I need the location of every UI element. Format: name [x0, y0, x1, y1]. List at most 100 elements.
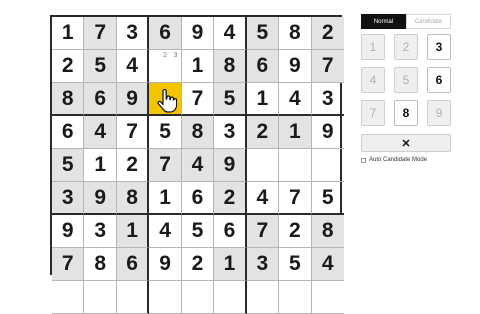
sudoku-cell[interactable]	[149, 83, 182, 116]
sudoku-cell[interactable]: 3	[84, 215, 117, 248]
sudoku-cell[interactable]: 3	[246, 248, 280, 281]
sudoku-cell[interactable]: 6	[149, 17, 182, 50]
sudoku-cell[interactable]: 6	[52, 116, 85, 149]
sudoku-cell[interactable]: 5	[311, 182, 344, 215]
sudoku-cell[interactable]	[84, 281, 117, 314]
sudoku-cell[interactable]: 2	[246, 116, 280, 149]
sudoku-cell[interactable]: 2	[116, 149, 150, 182]
sudoku-cell[interactable]: 9	[181, 17, 215, 50]
sudoku-cell[interactable]: 2	[181, 248, 215, 281]
sudoku-cell[interactable]: 4	[116, 50, 150, 83]
sudoku-cell[interactable]: 7	[279, 182, 312, 215]
sudoku-cell[interactable]: 1	[149, 182, 182, 215]
number-key-4[interactable]: 4	[361, 67, 385, 93]
sudoku-cell[interactable]: 7	[246, 215, 280, 248]
sudoku-cell[interactable]: 2	[52, 50, 85, 83]
sudoku-cell[interactable]: 5	[84, 50, 117, 83]
sudoku-cell[interactable]: 4	[181, 149, 215, 182]
sudoku-cell[interactable]: 1	[84, 149, 117, 182]
auto-candidate-toggle[interactable]: Auto Candidate Mode	[361, 157, 451, 163]
sudoku-cell[interactable]: 7	[311, 50, 344, 83]
sudoku-cell[interactable]: 7	[52, 248, 85, 281]
sudoku-cell[interactable]: 6	[214, 215, 247, 248]
sudoku-cell[interactable]: 9	[214, 149, 247, 182]
normal-mode-button[interactable]: Normal	[361, 14, 406, 29]
sudoku-cell[interactable]	[181, 281, 215, 314]
cell-value: 7	[321, 54, 334, 77]
sudoku-cell[interactable]	[246, 281, 280, 314]
number-key-9[interactable]: 9	[427, 100, 451, 126]
sudoku-cell[interactable]: 5	[214, 83, 247, 116]
sudoku-cell[interactable]: 5	[181, 215, 215, 248]
sudoku-cell[interactable]: 1	[214, 248, 247, 281]
sudoku-cell[interactable]: 2	[214, 182, 247, 215]
sudoku-cell[interactable]	[52, 281, 85, 314]
sudoku-cell[interactable]	[214, 281, 247, 314]
sudoku-cell[interactable]	[246, 149, 280, 182]
sudoku-cell[interactable]	[149, 281, 182, 314]
cell-value: 2	[288, 219, 301, 242]
sudoku-cell[interactable]: 6	[84, 83, 117, 116]
sudoku-cell[interactable]: 4	[214, 17, 247, 50]
sudoku-cell[interactable]: 7	[181, 83, 215, 116]
sudoku-cell[interactable]: 2	[279, 215, 312, 248]
sudoku-cell[interactable]: 9	[116, 83, 150, 116]
auto-candidate-checkbox[interactable]	[361, 157, 366, 163]
sudoku-cell[interactable]: 3	[116, 17, 150, 50]
number-key-1[interactable]: 1	[361, 34, 385, 60]
sudoku-cell[interactable]: 4	[149, 215, 182, 248]
sudoku-cell[interactable]	[116, 281, 150, 314]
sudoku-cell[interactable]: 3	[52, 182, 85, 215]
sudoku-cell[interactable]: 3	[214, 116, 247, 149]
sudoku-cell[interactable]: 9	[149, 248, 182, 281]
number-key-3[interactable]: 3	[427, 34, 451, 60]
sudoku-cell[interactable]: 5	[246, 17, 280, 50]
sudoku-cell[interactable]: 8	[311, 215, 344, 248]
sudoku-cell[interactable]: 4	[279, 83, 312, 116]
number-key-8[interactable]: 8	[394, 100, 418, 126]
sudoku-cell[interactable]: 9	[311, 116, 344, 149]
number-key-7[interactable]: 7	[361, 100, 385, 126]
cell-value: 8	[61, 86, 74, 110]
sudoku-cell[interactable]: 1	[246, 83, 280, 116]
sudoku-cell[interactable]: 6	[181, 182, 215, 215]
sudoku-cell[interactable]: 23	[149, 50, 182, 83]
sudoku-cell[interactable]: 7	[84, 17, 117, 50]
sudoku-cell[interactable]	[311, 281, 344, 314]
sudoku-cell[interactable]: 1	[52, 17, 85, 50]
sudoku-cell[interactable]: 8	[181, 116, 215, 149]
sudoku-cell[interactable]: 8	[279, 17, 312, 50]
erase-button[interactable]: ✕	[361, 134, 451, 152]
sudoku-cell[interactable]: 8	[116, 182, 150, 215]
sudoku-cell[interactable]: 8	[84, 248, 117, 281]
sudoku-cell[interactable]: 7	[149, 149, 182, 182]
sudoku-cell[interactable]: 1	[181, 50, 215, 83]
sudoku-cell[interactable]: 9	[84, 182, 117, 215]
sudoku-cell[interactable]: 4	[84, 116, 117, 149]
sudoku-cell[interactable]: 8	[52, 83, 85, 116]
sudoku-cell[interactable]: 9	[279, 50, 312, 83]
sudoku-cell[interactable]: 8	[214, 50, 247, 83]
cell-value: 4	[223, 21, 236, 44]
sudoku-cell[interactable]: 1	[116, 215, 150, 248]
sudoku-cell[interactable]: 7	[116, 116, 150, 149]
sudoku-cell[interactable]	[279, 149, 312, 182]
sudoku-cell[interactable]: 5	[279, 248, 312, 281]
number-key-5[interactable]: 5	[394, 67, 418, 93]
number-key-2[interactable]: 2	[394, 34, 418, 60]
cell-value: 7	[126, 120, 138, 143]
number-key-6[interactable]: 6	[427, 67, 451, 93]
candidate-mode-button[interactable]: Candidate	[406, 14, 451, 29]
sudoku-cell[interactable]: 3	[311, 83, 344, 116]
sudoku-cell[interactable]: 5	[52, 149, 85, 182]
sudoku-cell[interactable]: 6	[116, 248, 150, 281]
sudoku-cell[interactable]	[311, 149, 344, 182]
sudoku-cell[interactable]: 4	[311, 248, 344, 281]
sudoku-cell[interactable]: 6	[246, 50, 280, 83]
sudoku-cell[interactable]: 2	[311, 17, 344, 50]
sudoku-cell[interactable]	[279, 281, 312, 314]
sudoku-cell[interactable]: 5	[149, 116, 182, 149]
sudoku-cell[interactable]: 4	[246, 182, 280, 215]
sudoku-cell[interactable]: 9	[52, 215, 85, 248]
sudoku-cell[interactable]: 1	[279, 116, 312, 149]
